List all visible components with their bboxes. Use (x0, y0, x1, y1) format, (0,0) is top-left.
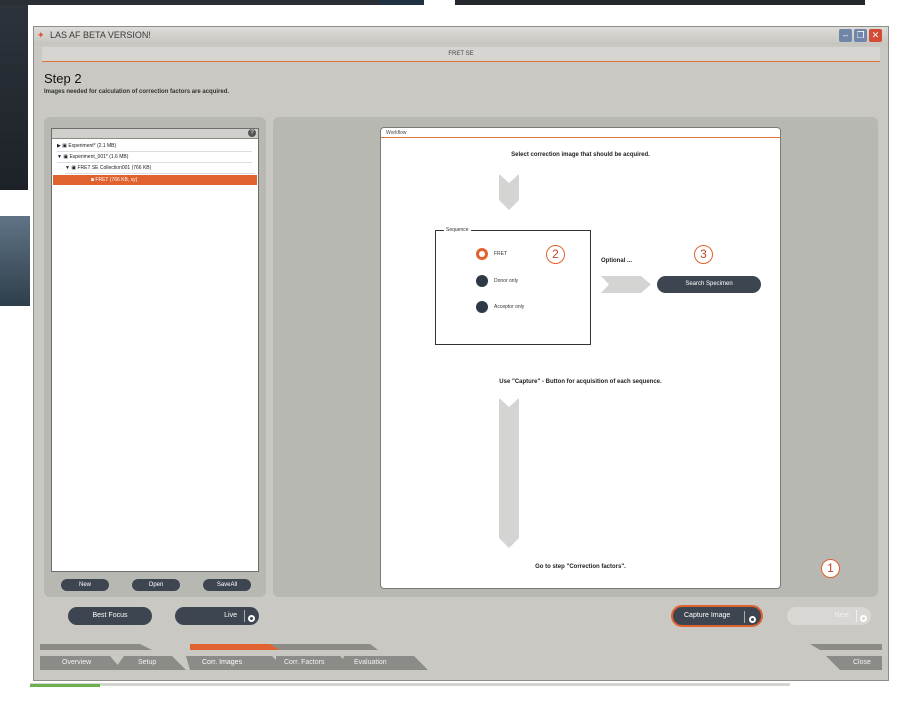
radio-unselected-icon[interactable] (476, 275, 488, 287)
workflow-panel: Workflow Select correction image that sh… (380, 127, 781, 589)
search-specimen-button[interactable]: Search Specimen (657, 276, 761, 293)
help-icon[interactable]: ? (248, 129, 256, 137)
tree-item-label: Experiment* (2.1 MB) (68, 143, 117, 149)
step-description: Images needed for calculation of correct… (44, 89, 230, 95)
backdrop-bottom-line (30, 683, 790, 686)
minimize-icon[interactable]: – (839, 29, 852, 42)
saveall-button[interactable]: SaveAll (203, 579, 251, 591)
open-button[interactable]: Open (132, 579, 180, 591)
folder-icon: ▣ (62, 143, 67, 149)
collapse-icon[interactable]: ▼ (65, 165, 70, 171)
tree-item-label: FRET SE Collection001 (766 KB) (77, 165, 152, 171)
app-icon: ✦ (37, 30, 45, 40)
backdrop-white (0, 190, 28, 216)
backdrop-right (889, 5, 923, 705)
capture-image-button[interactable]: Capture Image (671, 605, 763, 627)
file-panel: ? ▶ ▣ Experiment* (2.1 MB) ▼ ▣ Experimen… (44, 117, 266, 597)
tree-item-fret-selected[interactable]: ◙ FRET (766 KB, xy) (53, 175, 257, 185)
callout-2: 2 (546, 245, 565, 264)
next-label: Next (834, 612, 849, 619)
radio-donor-only[interactable]: Donor only (476, 275, 576, 287)
down-arrow-icon (499, 174, 519, 210)
next-button-disabled[interactable]: Next (787, 607, 871, 625)
tab-bar: Overview Setup Corr. Images Corr. Factor… (40, 642, 882, 672)
folder-icon: ▣ (71, 165, 77, 171)
live-button[interactable]: Live (175, 607, 259, 625)
sequence-label: Sequence (444, 227, 471, 233)
right-arrow-icon (601, 276, 651, 293)
record-icon (248, 612, 255, 630)
tab-corr-images[interactable]: Corr. Images (202, 659, 242, 666)
backdrop-blue-left (0, 216, 30, 306)
module-header: FRET SE (42, 47, 880, 62)
workflow-title: Workflow (381, 128, 780, 138)
tab-corr-factors[interactable]: Corr. Factors (284, 659, 324, 666)
radio-selected-icon[interactable] (476, 248, 488, 260)
callout-1: 1 (821, 559, 840, 578)
tree-header: ? (52, 129, 258, 139)
capture-instruction: Use "Capture" - Button for acquisition o… (499, 379, 662, 385)
new-button[interactable]: New (61, 579, 109, 591)
expand-icon[interactable]: ▶ (57, 143, 61, 149)
restore-icon[interactable]: ❐ (854, 29, 867, 42)
workflow-area: Workflow Select correction image that sh… (273, 117, 878, 597)
close-tab-button[interactable]: Close (853, 659, 871, 666)
step-title: Step 2 (44, 71, 82, 86)
record-icon (749, 613, 756, 631)
file-tree: ? ▶ ▣ Experiment* (2.1 MB) ▼ ▣ Experimen… (51, 128, 259, 572)
tab-bar-shapes (40, 644, 882, 670)
best-focus-button[interactable]: Best Focus (68, 607, 152, 625)
backdrop-strip (0, 0, 380, 5)
long-down-arrow-icon (499, 398, 519, 548)
tab-setup[interactable]: Setup (138, 659, 156, 666)
title-bar: ✦ LAS AF BETA VERSION! – ❐ ✕ (34, 27, 888, 45)
radio-unselected-icon[interactable] (476, 301, 488, 313)
tree-item-experiment-001[interactable]: ▼ ▣ Experiment_001* (1.6 MB) (57, 153, 252, 163)
record-icon (860, 612, 867, 630)
live-label: Live (224, 612, 237, 619)
tree-item-collection[interactable]: ▼ ▣ FRET SE Collection001 (766 KB) (65, 164, 255, 174)
tab-evaluation[interactable]: Evaluation (354, 659, 387, 666)
radio-label: Acceptor only (494, 304, 525, 310)
folder-icon: ▣ (63, 154, 69, 160)
callout-3: 3 (694, 245, 713, 264)
tab-overview[interactable]: Overview (62, 659, 91, 666)
radio-label: FRET (494, 251, 508, 257)
backdrop-dark-top (455, 0, 865, 5)
close-icon[interactable]: ✕ (869, 29, 882, 42)
window-title: LAS AF BETA VERSION! (50, 30, 151, 40)
optional-label: Optional ... (601, 258, 632, 264)
collapse-icon[interactable]: ▼ (57, 154, 62, 160)
sequence-group: Sequence FRET Donor only Acceptor only (435, 227, 591, 345)
select-instruction: Select correction image that should be a… (511, 152, 650, 158)
tree-item-experiment[interactable]: ▶ ▣ Experiment* (2.1 MB) (57, 142, 252, 152)
radio-acceptor-only[interactable]: Acceptor only (476, 301, 576, 313)
backdrop-green (30, 684, 100, 687)
capture-label: Capture Image (684, 612, 731, 619)
backdrop-blue (380, 0, 424, 5)
backdrop-dark-left (0, 5, 28, 190)
main-window: ✦ LAS AF BETA VERSION! – ❐ ✕ FRET SE Ste… (33, 26, 889, 681)
image-icon: ◙ (91, 177, 95, 183)
tree-item-label: FRET (766 KB, xy) (95, 177, 138, 183)
radio-label: Donor only (494, 278, 519, 284)
goto-instruction: Go to step "Correction factors". (535, 564, 626, 570)
tree-item-label: Experiment_001* (1.6 MB) (69, 154, 129, 160)
